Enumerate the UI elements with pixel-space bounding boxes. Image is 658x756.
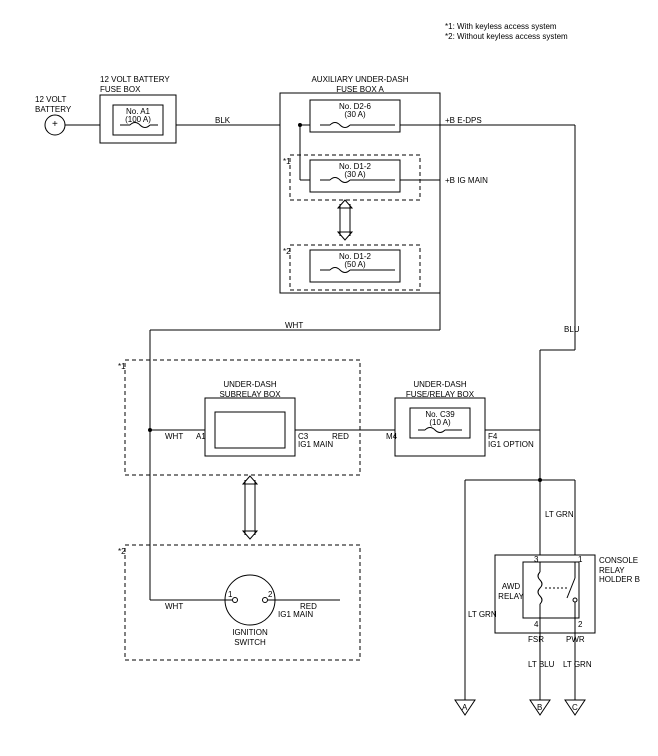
fuserelay-title: UNDER-DASH FUSE/RELAY BOX: [395, 380, 485, 399]
fuse-d12-50-rating: (50 A): [310, 260, 400, 270]
wire-wht-3: WHT: [165, 602, 183, 612]
relay-pin-1: 1: [578, 555, 582, 565]
relay-pin-3: 3: [534, 555, 538, 565]
battery-title: 12 VOLT BATTERY: [35, 95, 71, 114]
fuse-d12-30-out: +B IG MAIN: [445, 176, 488, 186]
ignition-pin-1: 1: [228, 590, 232, 600]
fuserelay-out-label: IG1 OPTION: [488, 440, 534, 450]
wire-ltgrn-a: LT GRN: [468, 610, 497, 620]
wire-wht-2: WHT: [165, 432, 183, 442]
wire-ltblu: LT BLU: [528, 660, 554, 670]
arrow-c: C: [572, 703, 578, 713]
relay-pin-2: 2: [578, 620, 582, 630]
wire-ltgrn-r: LT GRN: [545, 510, 574, 520]
subrelay-title: UNDER-DASH SUBRELAY BOX: [205, 380, 295, 399]
awd-relay-name: AWD RELAY: [498, 582, 524, 601]
arrow-b: B: [537, 703, 542, 713]
ignition-out-label: IG1 MAIN: [278, 610, 313, 620]
ignition-title: IGNITION SWITCH: [225, 628, 275, 647]
subrelay-marker: *1: [118, 362, 126, 372]
fuse-d26-rating: (30 A): [310, 110, 400, 120]
wire-ltgrn-c: LT GRN: [563, 660, 592, 670]
battery-plus-icon: +: [52, 119, 58, 131]
aux-fuse-box-title: AUXILIARY UNDER-DASH FUSE BOX A: [290, 75, 430, 94]
wire-red-1: RED: [332, 432, 349, 442]
relay-fsr: FSR: [528, 635, 544, 645]
battery-fuse-box-title: 12 VOLT BATTERY FUSE BOX: [100, 75, 170, 94]
relay-pwr: PWR: [566, 635, 585, 645]
fuserelay-pin-m4: M4: [386, 432, 397, 442]
arrow-a: A: [462, 703, 467, 713]
ignition-marker: *2: [118, 547, 126, 557]
ignition-pin-2: 2: [268, 590, 272, 600]
relay-pin-4: 4: [534, 620, 538, 630]
subrelay-pin-a1: A1: [196, 432, 206, 442]
wire-wht-1: WHT: [285, 321, 303, 331]
fuse-a1-rating: (100 A): [113, 115, 163, 125]
legend-note2: *2: Without keyless access system: [445, 32, 568, 42]
legend-note1: *1: With keyless access system: [445, 22, 557, 32]
subrelay-out-label: IG1 MAIN: [298, 440, 333, 450]
fuse-d12-30-rating: (30 A): [310, 170, 400, 180]
wire-blk: BLK: [215, 116, 230, 126]
relay-holder-title: CONSOLE RELAY HOLDER B: [599, 556, 640, 585]
fuse-c39-rating: (10 A): [410, 418, 470, 428]
aux-marker-1: *1: [283, 157, 291, 167]
fuse-d26-out: +B E-DPS: [445, 116, 482, 126]
wire-blu: BLU: [564, 325, 580, 335]
aux-marker-2: *2: [283, 247, 291, 257]
